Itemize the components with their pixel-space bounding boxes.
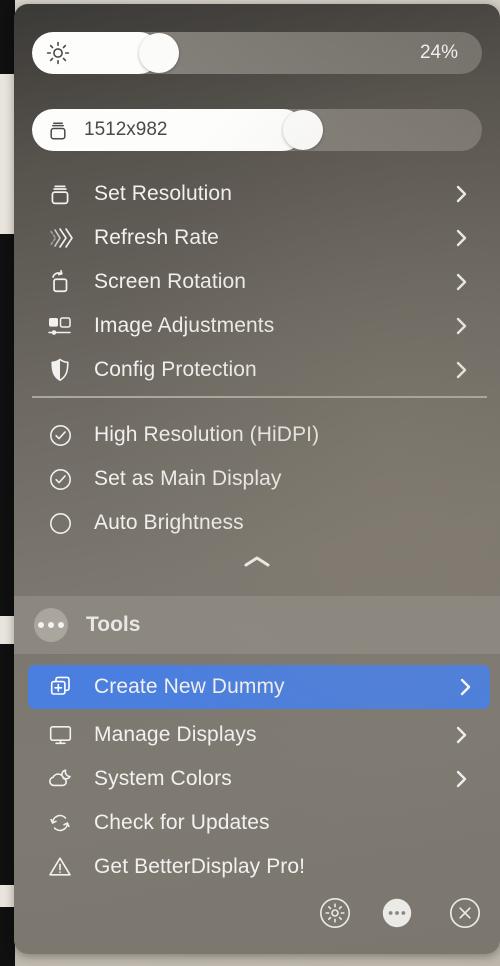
chevron-right-icon (456, 769, 468, 789)
edge-gap-top (0, 74, 15, 234)
action-item-label: Create New Dummy (94, 675, 285, 698)
create-dummy-icon (40, 673, 80, 701)
image-adjustments-icon (40, 312, 80, 340)
action-item-label: System Colors (94, 767, 232, 790)
sun-icon (46, 41, 70, 65)
collapse-toggle[interactable] (14, 549, 500, 575)
chevron-right-icon (456, 184, 468, 204)
menu-item-image-adjustments[interactable]: Image Adjustments (28, 304, 486, 348)
betterdisplay-popover: 24% 1512x982 Set Resolution Refresh Rate… (14, 4, 500, 954)
gear-icon[interactable] (318, 896, 352, 930)
brightness-knob[interactable] (139, 33, 179, 73)
action-item-get-betterdisplay-pro[interactable]: Get BetterDisplay Pro! (28, 845, 486, 889)
dot (48, 622, 54, 628)
cloud-moon-icon (40, 765, 80, 793)
menu-item-set-resolution[interactable]: Set Resolution (28, 172, 486, 216)
menu-item-refresh-rate[interactable]: Refresh Rate (28, 216, 486, 260)
edge-gap-bottom (0, 885, 15, 907)
ellipsis-icon[interactable] (380, 896, 414, 930)
resolution-value: 1512x982 (84, 119, 168, 140)
toggle-item-label: High Resolution (HiDPI) (94, 423, 320, 446)
menu-item-label: Set Resolution (94, 182, 232, 205)
toggle-item-auto-brightness[interactable]: Auto Brightness (28, 501, 486, 545)
empty-circle-icon (40, 509, 80, 537)
action-item-check-for-updates[interactable]: Check for Updates (28, 801, 486, 845)
monitor-icon (40, 721, 80, 749)
menu-item-label: Refresh Rate (94, 226, 219, 249)
action-item-label: Check for Updates (94, 811, 270, 834)
toggle-item-high-resolution[interactable]: High Resolution (HiDPI) (28, 413, 486, 457)
resolution-knob[interactable] (283, 110, 323, 150)
action-item-label: Manage Displays (94, 723, 257, 746)
screen: 24% 1512x982 Set Resolution Refresh Rate… (0, 0, 500, 966)
resolution-slider[interactable]: 1512x982 (32, 109, 482, 151)
menu-item-config-protection[interactable]: Config Protection (28, 348, 486, 392)
chevron-right-icon (456, 228, 468, 248)
chevron-right-icon (456, 360, 468, 380)
sync-icon (40, 809, 80, 837)
ellipsis-circle-icon (34, 608, 68, 642)
refresh-rate-icon (40, 224, 80, 252)
chevron-right-icon (456, 725, 468, 745)
toggle-item-set-as-main-display[interactable]: Set as Main Display (28, 457, 486, 501)
shield-icon (40, 356, 80, 384)
chevron-right-icon (456, 316, 468, 336)
chevron-right-icon (460, 677, 472, 697)
chevron-right-icon (456, 272, 468, 292)
check-circle-icon (40, 465, 80, 493)
menu-item-screen-rotation[interactable]: Screen Rotation (28, 260, 486, 304)
action-item-label: Get BetterDisplay Pro! (94, 855, 306, 878)
menu-item-label: Image Adjustments (94, 314, 275, 337)
dot (38, 622, 44, 628)
edge-gap-mid (0, 616, 15, 644)
brightness-value: 24% (419, 42, 458, 63)
menu-separator (32, 396, 487, 398)
display-stack-icon (40, 180, 80, 208)
resolution-fill (32, 109, 304, 151)
action-item-manage-displays[interactable]: Manage Displays (28, 713, 486, 757)
brightness-slider[interactable]: 24% (32, 32, 482, 74)
menu-item-label: Screen Rotation (94, 270, 247, 293)
check-circle-icon (40, 421, 80, 449)
action-item-create-new-dummy[interactable]: Create New Dummy (28, 665, 490, 709)
action-item-system-colors[interactable]: System Colors (28, 757, 486, 801)
close-icon[interactable] (448, 896, 482, 930)
tools-label: Tools (86, 613, 141, 636)
display-stack-icon (46, 118, 70, 142)
screen-rotation-icon (40, 268, 80, 296)
footer-toolbar (14, 896, 500, 936)
toggle-item-label: Auto Brightness (94, 511, 244, 534)
toggle-item-label: Set as Main Display (94, 467, 282, 490)
tools-section-header[interactable]: Tools (14, 596, 500, 654)
dot (58, 622, 64, 628)
menu-item-label: Config Protection (94, 358, 257, 381)
chevron-up-icon (242, 554, 272, 570)
warning-icon (40, 853, 80, 881)
